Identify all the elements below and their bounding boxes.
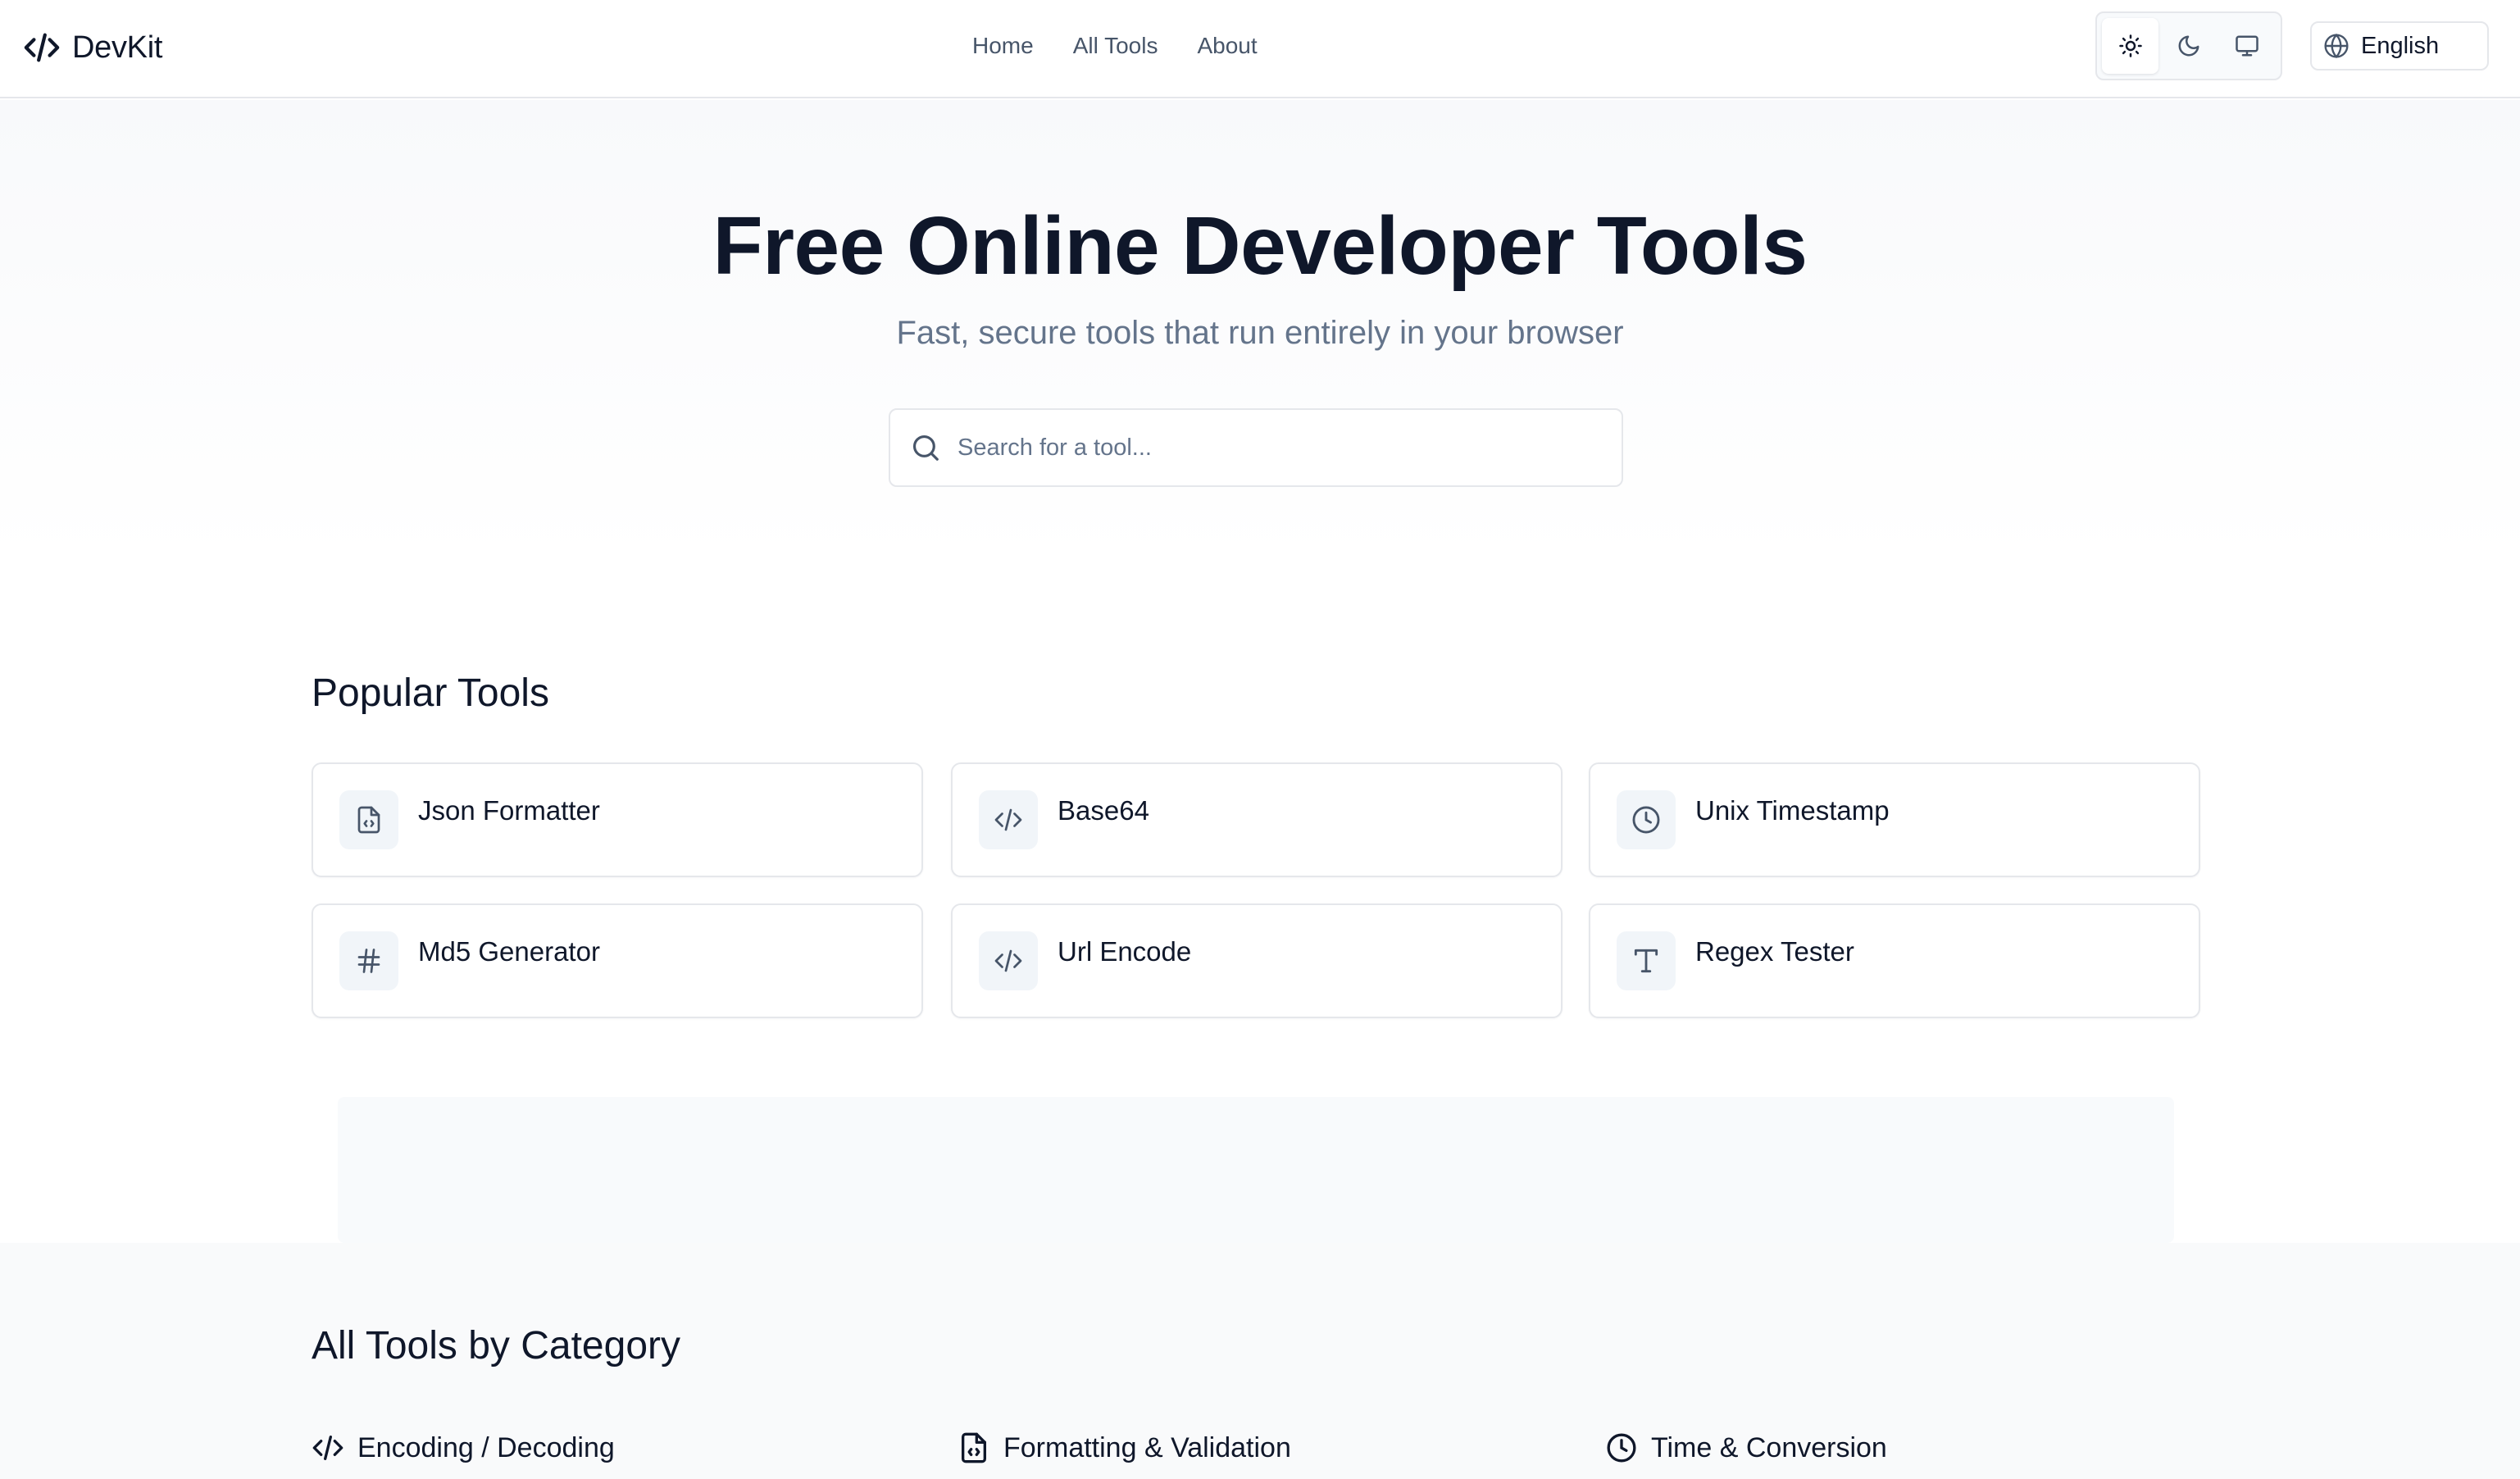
tool-card-label: Md5 Generator <box>418 936 600 967</box>
language-label: English <box>2361 32 2440 59</box>
category-encoding-decoding[interactable]: Encoding / Decoding <box>312 1430 615 1466</box>
category-label: Time & Conversion <box>1651 1431 1887 1463</box>
file-code-icon <box>958 1431 990 1464</box>
hero-title: Free Online Developer Tools <box>712 200 1808 292</box>
code-icon <box>23 29 61 66</box>
brand-logo[interactable]: DevKit <box>23 25 162 71</box>
code-icon <box>312 1431 344 1464</box>
moon-icon <box>2177 34 2201 58</box>
tool-card-label: Base64 <box>1058 795 1149 826</box>
file-code-icon <box>339 790 398 849</box>
hash-icon <box>339 931 398 990</box>
hero-subtitle: Fast, secure tools that run entirely in … <box>896 315 1624 351</box>
clock-icon <box>1617 790 1676 849</box>
category-label: Encoding / Decoding <box>357 1431 615 1463</box>
theme-light-button[interactable] <box>2102 18 2159 74</box>
theme-dark-button[interactable] <box>2160 18 2217 74</box>
tool-card-unix-timestamp[interactable]: Unix Timestamp <box>1589 762 2200 877</box>
search-box <box>889 408 1623 487</box>
tool-card-label: Unix Timestamp <box>1695 795 1890 826</box>
nav-all-tools[interactable]: All Tools <box>1073 33 1158 59</box>
popular-tools-title: Popular Tools <box>312 671 549 715</box>
sun-icon <box>2118 34 2143 58</box>
theme-switcher <box>2095 11 2282 80</box>
theme-system-button[interactable] <box>2219 18 2276 74</box>
main-nav: Home All Tools About <box>972 25 1258 67</box>
globe-icon <box>2323 33 2349 59</box>
language-select[interactable]: English <box>2310 21 2489 71</box>
categories-title: All Tools by Category <box>312 1324 680 1368</box>
brand-name: DevKit <box>72 30 163 65</box>
search-icon <box>910 432 941 463</box>
category-time-conversion[interactable]: Time & Conversion <box>1605 1430 1887 1466</box>
tool-card-label: Url Encode <box>1058 936 1192 967</box>
clock-icon <box>1605 1431 1638 1464</box>
nav-home[interactable]: Home <box>972 33 1034 59</box>
code-icon <box>979 931 1038 990</box>
category-formatting-validation[interactable]: Formatting & Validation <box>958 1430 1291 1466</box>
nav-about[interactable]: About <box>1197 33 1257 59</box>
type-icon <box>1617 931 1676 990</box>
search-input[interactable] <box>958 434 1622 462</box>
tool-card-label: Json Formatter <box>418 795 600 826</box>
tool-card-base64[interactable]: Base64 <box>951 762 1562 877</box>
tool-card-md5-generator[interactable]: Md5 Generator <box>312 903 923 1018</box>
tool-card-json-formatter[interactable]: Json Formatter <box>312 762 923 877</box>
code-icon <box>979 790 1038 849</box>
monitor-icon <box>2235 34 2259 58</box>
tool-card-label: Regex Tester <box>1695 936 1854 967</box>
top-header: DevKit Home All Tools About English <box>0 0 2520 98</box>
category-label: Formatting & Validation <box>1003 1431 1291 1463</box>
tool-card-regex-tester[interactable]: Regex Tester <box>1589 903 2200 1018</box>
tool-card-url-encode[interactable]: Url Encode <box>951 903 1562 1018</box>
ad-placeholder <box>338 1097 2174 1243</box>
